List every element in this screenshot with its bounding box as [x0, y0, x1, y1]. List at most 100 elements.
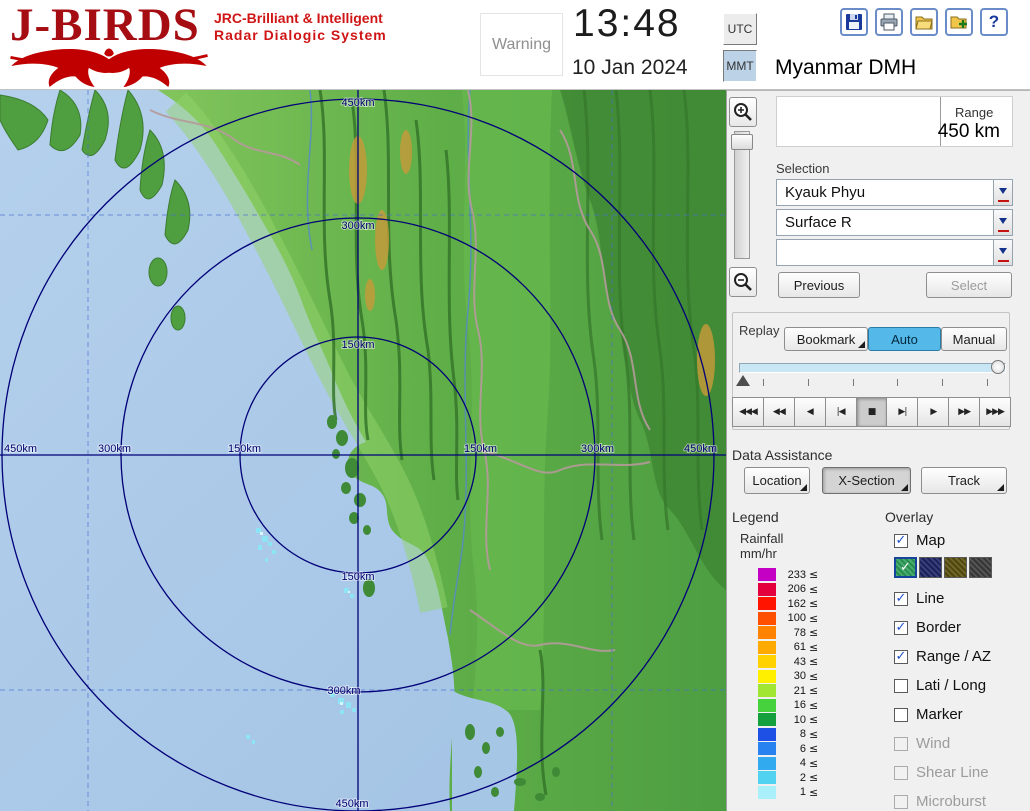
legend-value: 10	[778, 714, 806, 726]
site-dropdown[interactable]: Kyauk Phyu	[776, 179, 1013, 206]
dropdown-accent-bar	[998, 200, 1009, 202]
zoom-in-button[interactable]	[729, 97, 757, 127]
legend-value: 2	[778, 772, 806, 784]
overlay-item-label: Microburst	[916, 793, 986, 810]
legend-title-rainfall: Rainfall	[740, 531, 783, 546]
track-button[interactable]: Track	[921, 467, 1007, 494]
zoom-slider-thumb[interactable]	[731, 134, 753, 150]
open-file-button[interactable]	[910, 8, 938, 36]
zoom-slider[interactable]	[734, 131, 750, 259]
replay-group: Replay Bookmark Auto Manual ◀◀◀◀◀◀|◀■▶|▶…	[732, 312, 1010, 430]
replay-transport-button-3[interactable]: |◀	[825, 397, 857, 427]
previous-button[interactable]: Previous	[778, 272, 860, 298]
select-button[interactable]: Select	[926, 272, 1012, 298]
product-dropdown-arrow-button[interactable]	[993, 210, 1012, 235]
timeline-tick	[942, 379, 943, 386]
legend-lte-sign: ≤	[809, 583, 818, 596]
checkbox[interactable]: ✓	[894, 592, 908, 606]
extra-dropdown-value	[777, 240, 993, 265]
jbirds-app: J-BIRDS JRC-Brilliant & Intelligent Rada…	[0, 0, 1030, 811]
export-button[interactable]	[945, 8, 973, 36]
zoom-out-button[interactable]	[729, 267, 757, 297]
print-icon	[879, 12, 899, 32]
print-button[interactable]	[875, 8, 903, 36]
svg-text:450km: 450km	[4, 443, 37, 455]
legend-color-swatch	[758, 670, 776, 683]
svg-text:450km: 450km	[335, 798, 368, 810]
legend-value: 8	[778, 728, 806, 740]
legend-row: 8≤	[758, 728, 818, 741]
replay-transport-button-1[interactable]: ◀◀	[763, 397, 795, 427]
checkbox[interactable]: ✓	[894, 621, 908, 635]
svg-text:300km: 300km	[98, 443, 131, 455]
checkbox[interactable]	[894, 679, 908, 693]
selection-label: Selection	[776, 161, 829, 176]
overlay-item-label: Border	[916, 619, 961, 636]
timezone-utc-button[interactable]: UTC	[723, 13, 757, 45]
replay-transport-button-7[interactable]: ▶▶	[948, 397, 980, 427]
overlay-item-border[interactable]: ✓ Border	[894, 619, 991, 636]
checkbox[interactable]	[894, 708, 908, 722]
save-button[interactable]	[840, 8, 868, 36]
map-style-navy[interactable]	[919, 557, 942, 578]
legend-lte-sign: ≤	[809, 684, 818, 697]
warning-button[interactable]: Warning	[480, 13, 563, 76]
overlay-item-marker[interactable]: Marker	[894, 706, 991, 723]
legend-value: 43	[778, 656, 806, 668]
rainfall-legend-scale: 233≤206≤162≤100≤78≤61≤43≤30≤21≤16≤10≤8≤6…	[758, 568, 818, 800]
replay-timeline-knob[interactable]	[991, 360, 1005, 374]
map-checkbox[interactable]: ✓	[894, 534, 908, 548]
checkbox[interactable]: ✓	[894, 650, 908, 664]
legend-value: 6	[778, 743, 806, 755]
overlay-item-map[interactable]: ✓ Map	[894, 532, 945, 549]
range-label: Range	[955, 105, 993, 120]
overlay-item-label: Lati / Long	[916, 677, 986, 694]
svg-text:150km: 150km	[341, 339, 374, 351]
replay-transport-button-0[interactable]: ◀◀◀	[732, 397, 764, 427]
replay-auto-button[interactable]: Auto	[868, 327, 941, 351]
legend-row: 30≤	[758, 670, 818, 683]
product-dropdown[interactable]: Surface R	[776, 209, 1013, 236]
site-dropdown-arrow-button[interactable]	[993, 180, 1012, 205]
replay-timeline-slider[interactable]	[739, 363, 1006, 373]
site-dropdown-value: Kyauk Phyu	[777, 180, 993, 205]
replay-transport-button-6[interactable]: ▶	[917, 397, 949, 427]
station-name: Myanmar DMH	[775, 56, 916, 80]
svg-text:300km: 300km	[581, 443, 614, 455]
svg-text:450km: 450km	[341, 97, 374, 109]
logo-tagline-1: JRC-Brilliant & Intelligent	[214, 10, 383, 26]
overlay-item-range-az[interactable]: ✓Range / AZ	[894, 648, 991, 665]
timezone-mmt-button[interactable]: MMT	[723, 50, 757, 82]
replay-transport-button-2[interactable]: ◀	[794, 397, 826, 427]
overlay-item-lati-long[interactable]: Lati / Long	[894, 677, 991, 694]
chevron-down-icon	[999, 218, 1007, 228]
replay-transport-button-4[interactable]: ■	[856, 397, 888, 427]
x-section-button[interactable]: X-Section	[822, 467, 911, 494]
bookmark-button[interactable]: Bookmark	[784, 327, 868, 351]
timeline-tick	[763, 379, 764, 386]
radar-map-viewport[interactable]: 450km 300km 150km 150km 300km 450km 450k…	[0, 90, 726, 811]
legend-color-swatch	[758, 568, 776, 581]
extra-dropdown[interactable]	[776, 239, 1013, 266]
replay-manual-button[interactable]: Manual	[941, 327, 1007, 351]
overlay-item-line[interactable]: ✓Line	[894, 590, 991, 607]
replay-transport-button-5[interactable]: ▶|	[886, 397, 918, 427]
legend-color-swatch	[758, 699, 776, 712]
legend-lte-sign: ≤	[809, 786, 818, 799]
help-button[interactable]: ?	[980, 8, 1008, 36]
overlay-checkbox-list: ✓Line✓Border✓Range / AZLati / LongMarker…	[894, 590, 991, 811]
legend-value: 233	[778, 569, 806, 581]
save-icon	[844, 12, 864, 32]
extra-dropdown-arrow-button[interactable]	[993, 240, 1012, 265]
location-button[interactable]: Location	[744, 467, 810, 494]
clock-time: 13:48	[573, 2, 681, 46]
radar-map[interactable]: 450km 300km 150km 150km 300km 450km 450k…	[0, 90, 726, 811]
overlay-item-label: Wind	[916, 735, 950, 752]
map-style-green[interactable]: ✓	[894, 557, 917, 578]
legend-lte-sign: ≤	[809, 742, 818, 755]
checkbox	[894, 766, 908, 780]
replay-transport-button-8[interactable]: ▶▶▶	[979, 397, 1011, 427]
map-style-charcoal[interactable]	[969, 557, 992, 578]
replay-timeline-marker[interactable]	[736, 375, 750, 386]
map-style-olive[interactable]	[944, 557, 967, 578]
